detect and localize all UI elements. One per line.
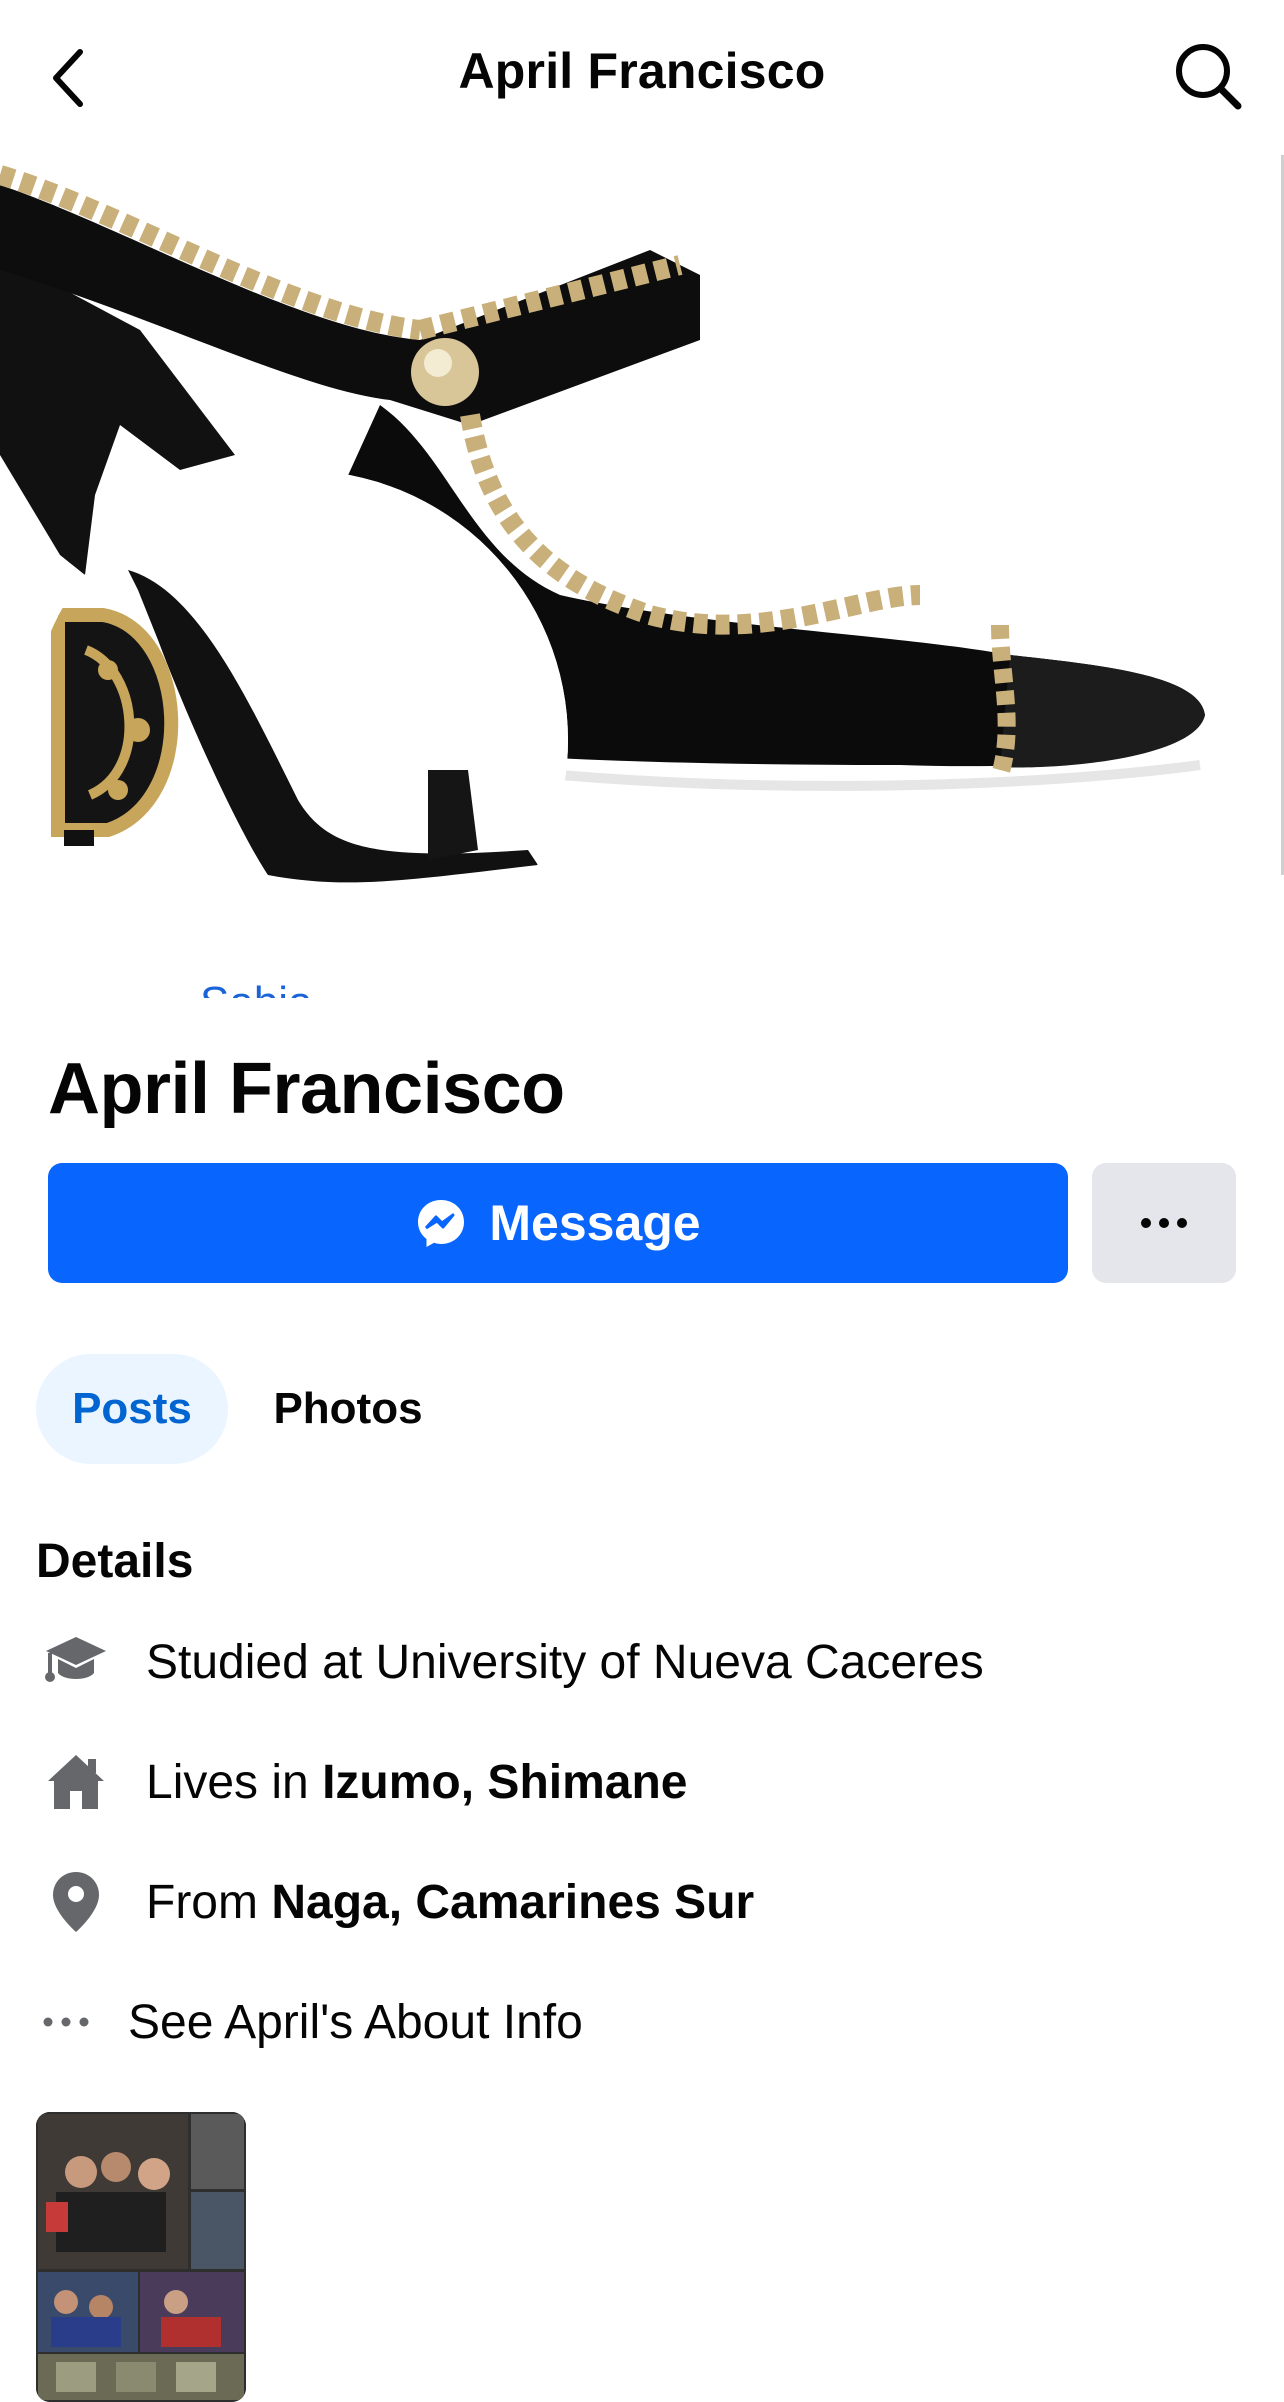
photo-collage-thumbnail[interactable] bbox=[36, 2112, 246, 2402]
see-about-info-link[interactable]: See April's About Info bbox=[36, 1982, 583, 2062]
more-horizontal-icon bbox=[1141, 1218, 1187, 1228]
cover-partial-text: Sabia bbox=[200, 970, 400, 998]
location-pin-icon bbox=[36, 1862, 116, 1942]
message-button-label: Message bbox=[489, 1195, 701, 1251]
graduation-cap-icon bbox=[36, 1622, 116, 1702]
more-horizontal-icon bbox=[36, 1982, 96, 2062]
profile-tabs: Posts Photos bbox=[36, 1354, 456, 1464]
detail-hometown-prefix: From bbox=[146, 1875, 272, 1929]
search-icon bbox=[1176, 44, 1242, 110]
detail-education-text: Studied at University of Nueva Caceres bbox=[146, 1635, 984, 1689]
search-button[interactable] bbox=[1168, 36, 1248, 116]
profile-name: April Francisco bbox=[48, 1049, 565, 1129]
messenger-icon bbox=[415, 1197, 467, 1249]
detail-hometown-place[interactable]: Naga, Camarines Sur bbox=[271, 1875, 754, 1930]
home-icon bbox=[36, 1742, 116, 1822]
detail-education: Studied at University of Nueva Caceres bbox=[36, 1622, 984, 1702]
details-heading: Details bbox=[36, 1535, 194, 1588]
detail-current-city-prefix: Lives in bbox=[146, 1755, 323, 1809]
more-options-button[interactable] bbox=[1092, 1163, 1236, 1283]
photo-collage-image bbox=[36, 2112, 246, 2402]
detail-current-city-place[interactable]: Izumo, Shimane bbox=[322, 1755, 687, 1810]
tab-photos[interactable]: Photos bbox=[240, 1354, 456, 1464]
see-about-info-label: See April's About Info bbox=[128, 1995, 583, 2049]
sandal-avatar-image bbox=[28, 470, 568, 1010]
page-title: April Francisco bbox=[458, 43, 826, 99]
message-button[interactable]: Message bbox=[48, 1163, 1068, 1283]
tab-posts[interactable]: Posts bbox=[36, 1354, 228, 1464]
profile-avatar[interactable] bbox=[28, 470, 568, 1010]
detail-current-city: Lives in Izumo, Shimane bbox=[36, 1742, 687, 1822]
detail-hometown: From Naga, Camarines Sur bbox=[36, 1862, 754, 1942]
top-nav-bar: April Francisco bbox=[0, 0, 1284, 155]
